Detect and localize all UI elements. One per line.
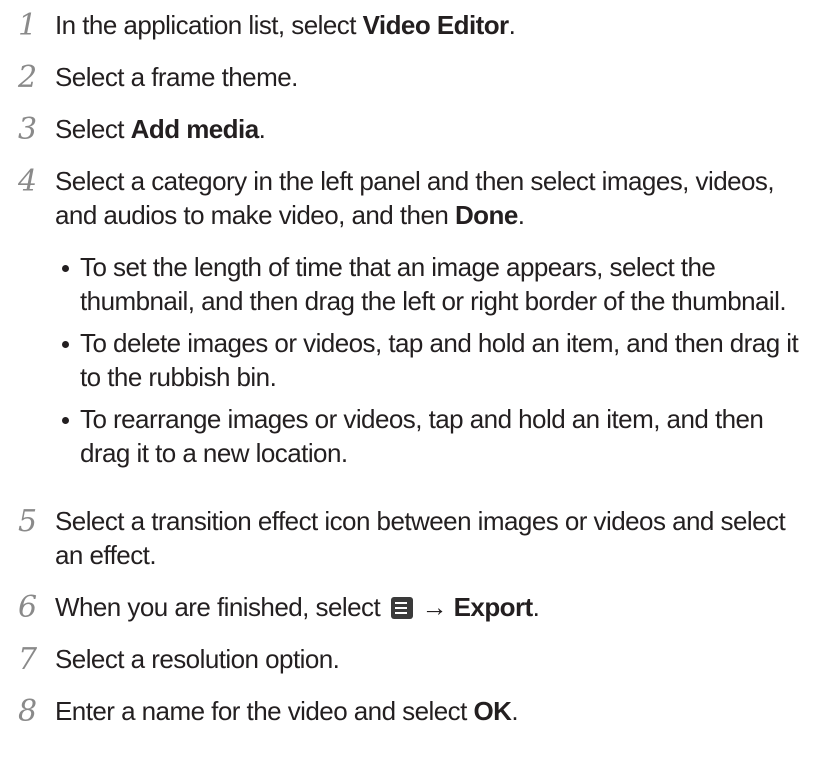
step-number: 8: [18, 694, 38, 729]
step-number: 7: [18, 642, 38, 677]
step-text-lead: Select: [55, 114, 131, 144]
step-number: 4: [18, 164, 38, 199]
step-text-lead: Select a category in the left panel and …: [55, 166, 775, 230]
step-text-lead: When you are finished, select: [55, 592, 387, 622]
step-number: 1: [18, 8, 38, 43]
bullet-dot-icon: [62, 417, 69, 424]
step-text: Select Add media.: [55, 112, 805, 146]
step-text: Select a transition effect icon between …: [55, 506, 786, 570]
menu-icon: [390, 597, 413, 619]
step-text-bold: OK: [473, 696, 512, 726]
bullet-dot-icon: [62, 265, 69, 272]
step-4-bullet-list: To set the length of time that an image …: [55, 250, 805, 478]
step-text: Enter a name for the video and select OK…: [55, 694, 805, 728]
bullet-item: To rearrange images or videos, tap and h…: [55, 402, 805, 470]
step-number: 3: [18, 112, 38, 147]
step-text-lead: In the application list, select: [55, 10, 363, 40]
step-text-bold: Export: [453, 592, 534, 622]
arrow-icon: →: [421, 592, 447, 622]
step-text-bold: Video Editor: [362, 10, 510, 40]
bullet-item: To delete images or videos, tap and hold…: [55, 326, 805, 394]
step-text-bold: Add media: [130, 114, 260, 144]
step-text-tail: .: [517, 200, 525, 230]
bullet-text: To delete images or videos, tap and hold…: [80, 328, 799, 392]
step-text: When you are finished, select → Export.: [55, 590, 805, 624]
step-number: 6: [18, 590, 38, 625]
step-text: In the application list, select Video Ed…: [55, 8, 805, 42]
step-text-tail: .: [508, 10, 516, 40]
step-text: Select a frame theme.: [55, 62, 298, 92]
bullet-item: To set the length of time that an image …: [55, 250, 805, 318]
step-text-tail: .: [511, 696, 519, 726]
step-text-bold: Done: [454, 200, 518, 230]
step-text-lead: Enter a name for the video and select: [55, 696, 474, 726]
bullet-text: To rearrange images or videos, tap and h…: [80, 404, 764, 468]
instruction-document: 1 In the application list, select Video …: [0, 0, 813, 758]
step-text: Select a resolution option.: [55, 644, 340, 674]
step-number: 2: [18, 60, 38, 95]
bullet-dot-icon: [62, 341, 69, 348]
step-text-tail: .: [258, 114, 266, 144]
step-text: Select a category in the left panel and …: [55, 164, 805, 232]
step-number: 5: [18, 504, 38, 539]
step-text-tail: .: [532, 592, 540, 622]
bullet-text: To set the length of time that an image …: [80, 252, 787, 316]
